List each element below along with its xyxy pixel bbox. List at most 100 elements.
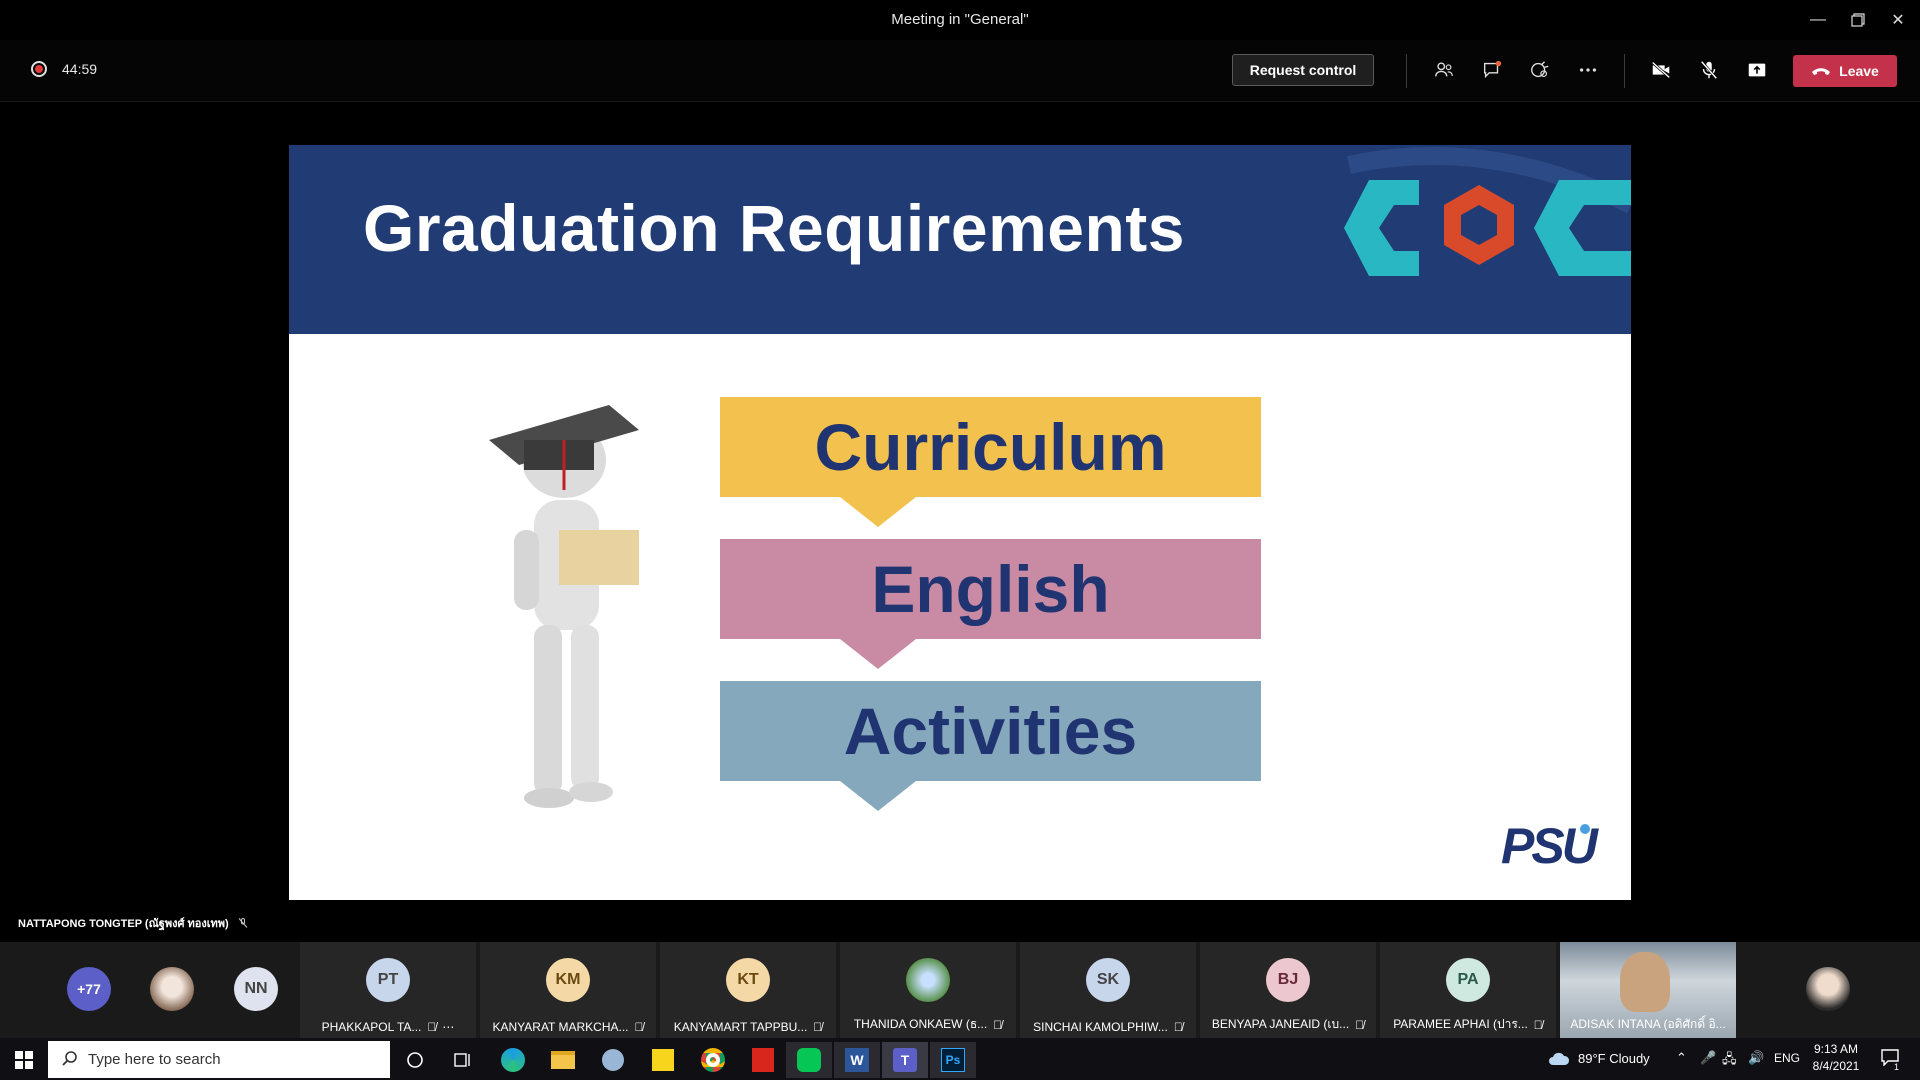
clock[interactable]: 9:13 AM 8/4/2021 (1808, 1042, 1864, 1073)
cortana-button[interactable] (392, 1042, 438, 1078)
mic-off-icon: 🎙̸ (1355, 1017, 1365, 1032)
snipping-tool-button[interactable] (590, 1042, 636, 1078)
acrobat-app-button[interactable] (740, 1042, 786, 1078)
leave-label: Leave (1839, 63, 1879, 79)
participant-avatar: PT (366, 958, 410, 1002)
participant-name: KANYARAT MARKCHA... 🎙̸ (480, 1020, 656, 1034)
start-button[interactable] (1, 1042, 47, 1078)
search-icon (62, 1051, 77, 1066)
slide-title: Graduation Requirements (363, 191, 1185, 265)
curriculum-box: Curriculum (720, 397, 1261, 527)
microphone-toggle-button[interactable] (1694, 55, 1724, 85)
participant-name: THANIDA ONKAEW (ธ... 🎙̸ (840, 1015, 1016, 1034)
mic-off-icon: 🎙̸ (1173, 1020, 1183, 1034)
coc-logo (1344, 147, 1631, 276)
language-indicator[interactable]: ENG (1774, 1051, 1800, 1065)
search-placeholder: Type here to search (88, 1051, 221, 1068)
participant-name: SINCHAI KAMOLPHIW... 🎙̸ (1020, 1020, 1196, 1034)
participant-tile[interactable]: BJ BENYAPA JANEAID (เบ... 🎙̸ (1200, 942, 1376, 1038)
sticky-note-icon (652, 1049, 674, 1071)
participant-tile[interactable]: SK SINCHAI KAMOLPHIW... 🎙̸ (1020, 942, 1196, 1038)
shared-content-stage: Graduation Requirements Curriculum Engli… (0, 102, 1920, 942)
participant-name-text: KANYARAT MARKCHA... (492, 1020, 629, 1034)
camera-toggle-button[interactable] (1646, 55, 1676, 85)
mic-off-icon: 🎙̸ (813, 1020, 823, 1034)
participant-avatar[interactable]: NN (234, 967, 278, 1011)
weather-widget[interactable]: 89°F Cloudy (1578, 1051, 1650, 1066)
photoshop-icon: Ps (941, 1048, 965, 1072)
toolbar-divider (1624, 54, 1625, 88)
edge-app-button[interactable] (490, 1042, 536, 1078)
clock-time: 9:13 AM (1813, 1042, 1859, 1056)
participant-name-text: BENYAPA JANEAID (เบ... (1211, 1017, 1350, 1031)
mic-off-icon (238, 918, 248, 928)
leave-meeting-button[interactable]: Leave (1793, 55, 1897, 87)
participant-avatar: KM (546, 958, 590, 1002)
mic-off-icon: 🎙̸ (993, 1017, 1003, 1032)
more-actions-button[interactable] (1573, 55, 1603, 85)
mic-off-icon: 🎙̸ (1533, 1017, 1543, 1032)
task-view-button[interactable] (440, 1042, 486, 1078)
camera-off-icon (1651, 61, 1671, 79)
more-icon (1579, 68, 1597, 72)
activities-box: Activities (720, 681, 1261, 811)
restore-icon (1851, 13, 1865, 27)
self-avatar-photo[interactable] (1806, 967, 1850, 1011)
more-icon[interactable]: ⋯ (442, 1020, 454, 1034)
file-explorer-button[interactable] (540, 1042, 586, 1078)
share-screen-icon (1748, 63, 1766, 77)
mic-off-icon (1700, 60, 1718, 80)
windows-taskbar: Type here to search W T Ps 89°F Cloudy ⌃… (0, 1038, 1920, 1080)
cortana-icon (407, 1052, 423, 1068)
participant-name-text: ADISAK INTANA (อดิศักดิ์ อิ... (1570, 1017, 1726, 1031)
participant-avatar: BJ (1266, 958, 1310, 1002)
presentation-slide: Graduation Requirements Curriculum Engli… (289, 145, 1631, 900)
participant-avatar: KT (726, 958, 770, 1002)
participant-avatar: PA (1446, 958, 1490, 1002)
restore-button[interactable] (1838, 6, 1878, 34)
participant-name: KANYAMART TAPPBU... 🎙̸ (660, 1020, 836, 1034)
reactions-button[interactable] (1525, 55, 1555, 85)
participant-avatar-photo[interactable] (150, 967, 194, 1011)
participant-avatar-photo (906, 958, 950, 1002)
chat-icon (1483, 60, 1502, 79)
participant-tile[interactable]: KM KANYARAT MARKCHA... 🎙̸ (480, 942, 656, 1038)
close-window-button[interactable]: ✕ (1878, 6, 1918, 34)
participants-bar: +77 NN PT PHAKKAPOL TA... 🎙̸ ⋯ KM KANYARAT… (0, 942, 1920, 1038)
participant-tile[interactable]: PT PHAKKAPOL TA... 🎙̸ ⋯ (300, 942, 476, 1038)
participants-button[interactable] (1429, 55, 1459, 85)
participant-tile[interactable]: KT KANYAMART TAPPBU... 🎙̸ (660, 942, 836, 1038)
minimize-button[interactable]: — (1798, 6, 1838, 34)
word-app-button[interactable]: W (834, 1042, 880, 1078)
participant-name: PHAKKAPOL TA... 🎙̸ ⋯ (300, 1020, 476, 1034)
participant-tile[interactable]: THANIDA ONKAEW (ธ... 🎙̸ (840, 942, 1016, 1038)
chrome-icon (701, 1048, 725, 1072)
reactions-icon (1531, 61, 1549, 78)
line-app-button[interactable] (786, 1042, 832, 1078)
line-icon (797, 1048, 821, 1072)
sticky-notes-button[interactable] (640, 1042, 686, 1078)
tray-overflow-chevron-icon[interactable]: ⌃ (1676, 1050, 1687, 1066)
chrome-app-button[interactable] (690, 1042, 736, 1078)
share-content-button[interactable] (1742, 55, 1772, 85)
participant-name-text: THANIDA ONKAEW (ธ... (853, 1017, 988, 1031)
more-participants-button[interactable]: +77 (67, 967, 111, 1011)
english-box: English (720, 539, 1261, 669)
participant-name-text: KANYAMART TAPPBU... (673, 1020, 808, 1034)
network-icon[interactable]: 🖧 (1722, 1050, 1737, 1072)
microphone-tray-icon[interactable]: 🎤 (1700, 1050, 1716, 1066)
participant-video-tile[interactable]: ADISAK INTANA (อดิศักดิ์ อิ... (1560, 942, 1736, 1038)
chat-button[interactable] (1477, 55, 1507, 85)
toolbar-divider (1406, 54, 1407, 88)
teams-app-button[interactable]: T (882, 1042, 928, 1078)
taskbar-search-box[interactable]: Type here to search (48, 1041, 390, 1078)
hang-up-icon (1812, 68, 1831, 75)
photoshop-app-button[interactable]: Ps (930, 1042, 976, 1078)
participant-name-text: PARAMEE APHAI (ปาร... (1393, 1017, 1528, 1031)
volume-icon[interactable]: 🔊 (1748, 1050, 1764, 1066)
participant-tile[interactable]: PA PARAMEE APHAI (ปาร... 🎙̸ (1380, 942, 1556, 1038)
participant-name-text: PHAKKAPOL TA... (321, 1020, 422, 1034)
pdf-icon (752, 1048, 774, 1072)
request-control-button[interactable]: Request control (1232, 54, 1374, 86)
participant-name: PARAMEE APHAI (ปาร... 🎙̸ (1380, 1015, 1556, 1034)
